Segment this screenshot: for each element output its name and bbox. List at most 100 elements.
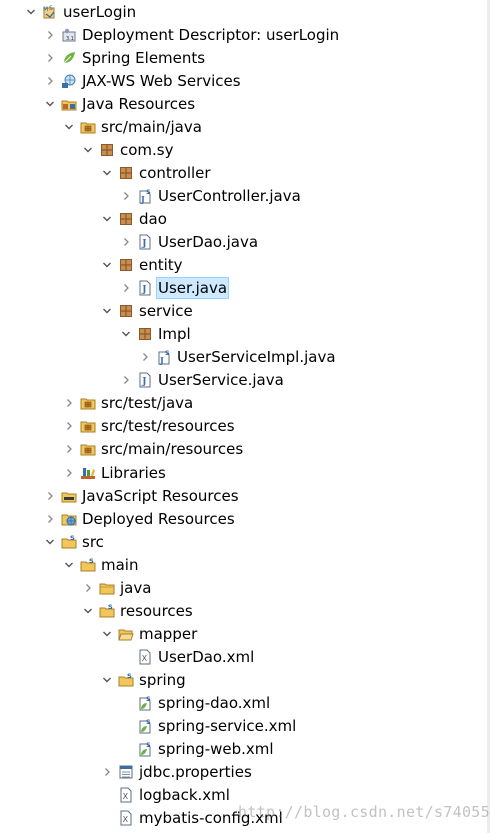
tree-item-label: Deployed Resources (82, 509, 235, 528)
tree-item-label: Spring Elements (82, 48, 206, 67)
svg-text:J: J (159, 355, 164, 365)
tree-item[interactable]: JAX-WS Web Services (43, 69, 243, 92)
chevron-right-icon[interactable] (62, 466, 76, 480)
tree-item[interactable]: src/test/java (62, 392, 195, 415)
tree-item[interactable]: java (81, 576, 153, 599)
svg-text:3.1: 3.1 (66, 36, 74, 42)
chevron-right-icon[interactable] (43, 74, 57, 88)
tree-item[interactable]: dao (100, 207, 169, 230)
tree-item[interactable]: J S UserServiceImpl.java (138, 346, 338, 369)
tree-item[interactable]: com.sy (81, 138, 176, 161)
chevron-down-icon[interactable] (119, 327, 133, 341)
tree-item[interactable]: service (100, 300, 195, 323)
project-icon: MS (42, 4, 58, 20)
chevron-right-icon[interactable] (100, 765, 114, 779)
package-icon (137, 326, 153, 342)
tree-item[interactable]: Sspring-dao.xml (119, 692, 272, 715)
tree-item[interactable]: Java Resources (43, 92, 197, 115)
package-icon (118, 211, 134, 227)
svg-text:S: S (146, 741, 151, 749)
chevron-down-icon[interactable] (100, 304, 114, 318)
chevron-right-icon[interactable] (81, 581, 95, 595)
chevron-right-icon[interactable] (119, 373, 133, 387)
tree-item[interactable]: jdbc.properties (100, 761, 254, 784)
tree-item-label: UserDao.java (158, 233, 259, 251)
chevron-down-icon[interactable] (100, 673, 114, 687)
tree-item-label: spring-service.xml (158, 717, 297, 736)
chevron-right-icon[interactable] (43, 489, 57, 503)
chevron-down-icon[interactable] (100, 212, 114, 226)
tree-item-label: UserServiceImpl.java (177, 348, 336, 367)
tree-item[interactable]: src/main/java (62, 115, 204, 138)
chevron-right-icon[interactable] (43, 512, 57, 526)
spring-folder-icon: S (80, 557, 96, 573)
tree-item-label: userLogin (63, 2, 137, 21)
tree-item[interactable]: mapper (100, 622, 199, 645)
chevron-down-icon[interactable] (62, 558, 76, 572)
chevron-down-icon[interactable] (100, 258, 114, 272)
chevron-right-icon[interactable] (43, 28, 57, 42)
tree-item[interactable]: 3.1 Deployment Descriptor: userLogin (43, 23, 341, 46)
tree-item[interactable]: M S userLogin (24, 0, 138, 23)
chevron-right-icon[interactable] (43, 51, 57, 65)
tree-item[interactable]: Sspring (100, 668, 188, 691)
package-icon (118, 303, 134, 319)
chevron-down-icon[interactable] (43, 535, 57, 549)
tree-item-label: JavaScript Resources (82, 486, 239, 505)
chevron-right-icon[interactable] (62, 419, 76, 433)
tree-item[interactable]: Spring Elements (43, 46, 207, 69)
tree-item[interactable]: controller (100, 161, 213, 184)
tree-item-label: spring-dao.xml (158, 694, 271, 712)
tree-item[interactable]: JavaScript Resources (43, 484, 241, 507)
source-folder-icon (80, 395, 96, 411)
tree-item[interactable]: src/main/resources (62, 438, 245, 461)
tree-item[interactable]: Smain (62, 553, 140, 576)
chevron-right-icon[interactable] (62, 396, 76, 410)
svg-text:J: J (140, 194, 145, 204)
tree-item[interactable]: J UserDao.java (119, 231, 260, 254)
tree-item[interactable]: J User.java (119, 277, 230, 300)
chevron-right-icon[interactable] (62, 442, 76, 456)
chevron-down-icon[interactable] (81, 143, 95, 157)
svg-text:S: S (146, 718, 151, 726)
tree-item[interactable]: Libraries (62, 461, 168, 484)
chevron-right-icon[interactable] (138, 350, 152, 364)
tree-item[interactable]: Impl (119, 323, 193, 346)
tree-item[interactable]: entity (100, 254, 185, 277)
tree-item[interactable]: J UserService.java (119, 369, 286, 392)
tree-item[interactable]: Sspring-web.xml (119, 738, 276, 761)
tree-item[interactable]: Ssrc (43, 530, 106, 553)
tree-item-label: logback.xml (139, 786, 230, 805)
chevron-down-icon[interactable] (100, 166, 114, 180)
tree-item[interactable]: J S UserController.java (119, 184, 303, 207)
tree-item[interactable]: Sresources (81, 599, 195, 622)
chevron-down-icon[interactable] (24, 5, 38, 19)
chevron-down-icon[interactable] (100, 627, 114, 641)
tree-item-label: src (82, 532, 104, 551)
chevron-down-icon[interactable] (62, 120, 76, 134)
chevron-right-icon[interactable] (119, 281, 133, 295)
folder-open-icon (118, 626, 134, 642)
web-services-icon (61, 73, 77, 89)
chevron-down-icon[interactable] (81, 604, 95, 618)
folder-icon (99, 580, 115, 596)
tree-item-label: JAX-WS Web Services (82, 71, 241, 90)
xml-file-icon: X (137, 649, 153, 665)
chevron-right-icon[interactable] (119, 235, 133, 249)
tree-item[interactable]: Deployed Resources (43, 507, 237, 530)
svg-text:J: J (141, 285, 146, 295)
tree-item-label: UserService.java (158, 371, 284, 390)
tree-item[interactable]: src/test/resources (62, 415, 237, 438)
spring-leaf-icon (61, 50, 77, 66)
chevron-down-icon[interactable] (43, 97, 57, 111)
tree-item-label: Libraries (101, 463, 166, 482)
tree-item[interactable]: Sspring-service.xml (119, 715, 298, 738)
chevron-right-icon[interactable] (119, 189, 133, 203)
tree-item[interactable]: Xlogback.xml (100, 784, 232, 807)
tree-item[interactable]: X UserDao.xml (119, 645, 256, 668)
source-folder-icon (80, 441, 96, 457)
